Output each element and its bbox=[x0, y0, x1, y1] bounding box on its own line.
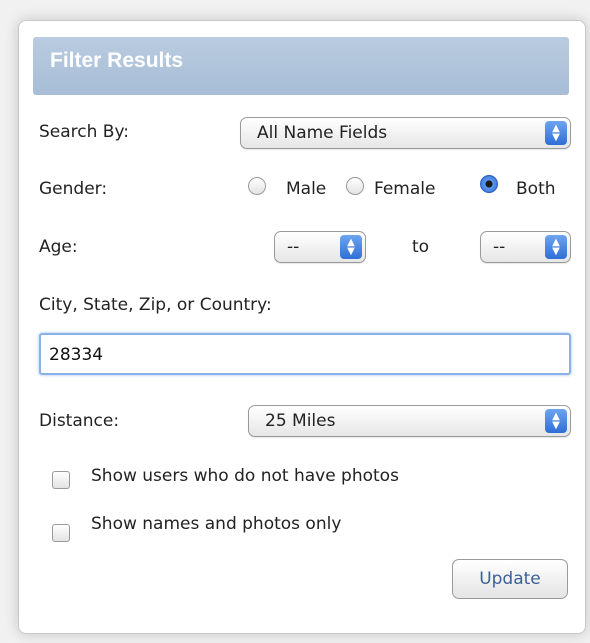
search-by-select[interactable]: All Name Fields ▲ ▼ bbox=[240, 117, 571, 149]
location-input-wrapper bbox=[39, 333, 571, 375]
age-to-select[interactable]: -- ▲ ▼ bbox=[480, 231, 571, 263]
search-by-label: Search By: bbox=[39, 122, 130, 142]
updown-chevron-icon: ▲ ▼ bbox=[545, 409, 567, 433]
gender-female-label: Female bbox=[374, 179, 436, 199]
no-photos-checkbox[interactable] bbox=[52, 471, 70, 489]
age-from-select[interactable]: -- ▲ ▼ bbox=[274, 231, 366, 263]
age-to-value: -- bbox=[493, 237, 506, 257]
updown-chevron-icon: ▲ ▼ bbox=[545, 235, 567, 259]
gender-male-label: Male bbox=[286, 179, 327, 199]
updown-chevron-icon: ▲ ▼ bbox=[545, 121, 567, 145]
distance-value: 25 Miles bbox=[265, 411, 336, 431]
location-label: City, State, Zip, or Country: bbox=[39, 295, 272, 315]
age-from-value: -- bbox=[287, 237, 300, 257]
panel-title: Filter Results bbox=[50, 49, 184, 72]
distance-select[interactable]: 25 Miles ▲ ▼ bbox=[248, 405, 571, 437]
gender-female-radio[interactable] bbox=[346, 177, 364, 195]
age-label: Age: bbox=[39, 237, 78, 257]
search-by-value: All Name Fields bbox=[257, 123, 388, 143]
no-photos-label: Show users who do not have photos bbox=[91, 466, 399, 486]
gender-both-radio[interactable] bbox=[480, 175, 498, 193]
location-input[interactable] bbox=[47, 344, 551, 366]
updown-chevron-icon: ▲ ▼ bbox=[340, 235, 362, 259]
names-photos-label: Show names and photos only bbox=[91, 514, 342, 534]
update-button[interactable]: Update bbox=[452, 559, 568, 599]
age-to-label: to bbox=[412, 237, 430, 257]
panel-header: Filter Results bbox=[33, 37, 569, 95]
filter-panel: Filter Results Search By: All Name Field… bbox=[18, 20, 586, 634]
gender-label: Gender: bbox=[39, 179, 108, 199]
gender-male-radio[interactable] bbox=[248, 177, 266, 195]
gender-both-label: Both bbox=[516, 179, 556, 199]
distance-label: Distance: bbox=[39, 411, 120, 431]
names-photos-checkbox[interactable] bbox=[52, 524, 70, 542]
